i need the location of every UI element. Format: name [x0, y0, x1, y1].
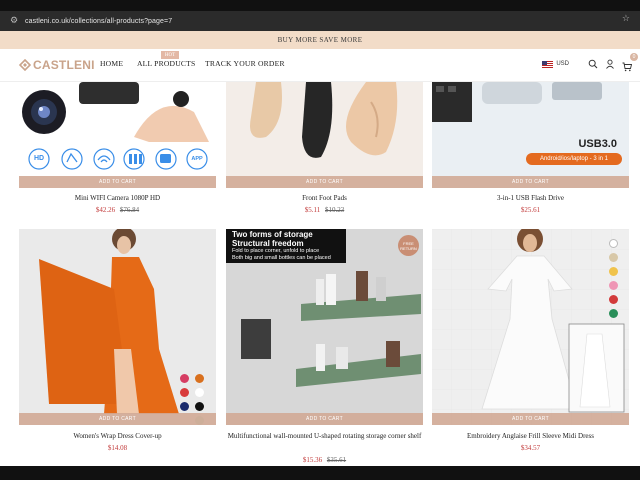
product-price: $25.61: [432, 206, 629, 215]
product-image[interactable]: ADD TO CART: [432, 229, 629, 425]
usb-compat-pill: Android/ios/laptop - 3 in 1: [526, 153, 622, 165]
nav-home[interactable]: HOME: [100, 59, 123, 68]
product-image[interactable]: ADD TO CART: [19, 229, 216, 425]
search-icon[interactable]: [588, 59, 598, 69]
white-dress-illustration: [432, 229, 629, 425]
browser-address-bar[interactable]: ⚙ castleni.co.uk/collections/all-product…: [0, 11, 640, 31]
promo-bar: BUY MORE SAVE MORE: [0, 31, 640, 49]
product-image[interactable]: ADD TO CART: [226, 82, 423, 188]
color-swatch[interactable]: [609, 295, 618, 304]
product-price: $15.36 $35.61: [226, 456, 423, 465]
product-name[interactable]: Front Foot Pads: [226, 193, 423, 204]
logo-text: CASTLENI: [33, 58, 95, 72]
add-to-cart-button[interactable]: ADD TO CART: [432, 413, 629, 425]
url-text[interactable]: castleni.co.uk/collections/all-products?…: [25, 18, 172, 25]
color-swatch[interactable]: [609, 267, 618, 276]
color-swatch[interactable]: [609, 239, 618, 248]
cart-icon: [622, 62, 633, 72]
cart-count-badge: 0: [630, 53, 638, 61]
product-image[interactable]: Two forms of storage Structural freedom …: [226, 229, 423, 425]
sale-price: $34.57: [520, 444, 541, 452]
add-to-cart-button[interactable]: ADD TO CART: [226, 176, 423, 188]
sale-price: $5.11: [304, 206, 321, 214]
add-to-cart-button[interactable]: ADD TO CART: [432, 176, 629, 188]
product-name[interactable]: Embroidery Anglaise Frill Sleeve Midi Dr…: [432, 431, 629, 442]
product-price: $42.26 $76.84: [19, 206, 216, 215]
cart-button[interactable]: 0: [622, 53, 638, 72]
product-name[interactable]: Mini WIFI Camera 1080P HD: [19, 193, 216, 204]
seal-line-2: RETURN: [400, 245, 417, 251]
feature-app: APP: [191, 156, 203, 162]
product-price: $14.08: [19, 444, 216, 453]
shelf-banner-title-1: Two forms of storage: [232, 230, 313, 239]
color-swatch[interactable]: [180, 374, 189, 383]
free-return-seal: FREE RETURN: [398, 235, 419, 256]
bottom-dark-bar: [0, 466, 640, 480]
color-swatch[interactable]: [609, 253, 618, 262]
star-icon[interactable]: ☆: [622, 14, 630, 24]
sale-price: $15.36: [302, 456, 323, 464]
product-name[interactable]: Women's Wrap Dress Cover-up: [19, 431, 216, 442]
product-price: $34.57: [432, 444, 629, 453]
shelf-banner-line-2: Both big and small bottles can be placed: [232, 255, 331, 261]
product-image[interactable]: USB3.0 Android/ios/laptop - 3 in 1 ADD T…: [432, 82, 629, 188]
color-swatch[interactable]: [609, 281, 618, 290]
flag-icon[interactable]: [542, 60, 554, 68]
shelf-banner-line-1: Fold to place corner, unfold to place: [232, 248, 320, 254]
color-swatch[interactable]: [195, 374, 204, 383]
usb-illustration: [432, 82, 629, 188]
product-name[interactable]: Multifunctional wall-mounted U-shaped ro…: [226, 431, 423, 442]
nav-all-products[interactable]: ALL PRODUCTS: [137, 59, 195, 68]
site-header: CASTLENI HOME ALL PRODUCTS TRACK YOUR OR…: [0, 49, 640, 82]
color-swatch[interactable]: [195, 388, 204, 397]
product-grid: HD APP ADD TO CART Mini WIFI Camera 1080…: [0, 82, 640, 466]
currency-selector[interactable]: USD: [556, 61, 569, 67]
shelf-banner-title-2: Structural freedom: [232, 239, 304, 248]
color-swatch[interactable]: [609, 309, 618, 318]
camera-illustration: [22, 82, 209, 170]
logo[interactable]: CASTLENI: [19, 58, 95, 72]
sale-price: $42.26: [95, 206, 116, 214]
original-price: $10.23: [325, 206, 345, 214]
sale-price: $25.61: [520, 206, 541, 214]
foot-pads-illustration: [226, 82, 423, 188]
logo-mark-icon: [19, 59, 31, 71]
original-price: $35.61: [326, 456, 347, 464]
sale-price: $14.08: [107, 444, 128, 452]
account-icon[interactable]: [605, 59, 615, 69]
add-to-cart-button[interactable]: ADD TO CART: [226, 413, 423, 425]
add-to-cart-button[interactable]: ADD TO CART: [19, 176, 216, 188]
color-swatch[interactable]: [180, 388, 189, 397]
color-swatch[interactable]: [180, 402, 189, 411]
color-swatch[interactable]: [195, 402, 204, 411]
product-image[interactable]: HD APP ADD TO CART: [19, 82, 216, 188]
usb-title: USB3.0: [578, 138, 617, 150]
promo-text: BUY MORE SAVE MORE: [277, 36, 363, 44]
add-to-cart-button[interactable]: ADD TO CART: [19, 413, 216, 425]
hot-badge: HOT: [161, 51, 179, 59]
product-name[interactable]: 3-in-1 USB Flash Drive: [432, 193, 629, 204]
nav-track-order[interactable]: TRACK YOUR ORDER: [205, 59, 285, 68]
feature-hd: HD: [33, 155, 45, 162]
original-price: $76.84: [119, 206, 140, 214]
tune-icon[interactable]: ⚙: [7, 14, 21, 28]
product-price: $5.11 $10.23: [226, 206, 423, 215]
header-actions: USD 0: [542, 53, 638, 72]
